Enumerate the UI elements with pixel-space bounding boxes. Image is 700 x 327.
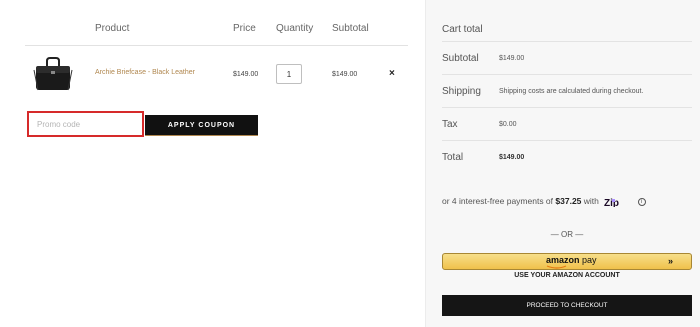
double-chevron-right-icon: » (667, 256, 673, 266)
zip-installment-amount: $37.25 (555, 196, 582, 206)
shipping-label: Shipping (442, 86, 481, 97)
zip-prefix-text: or 4 interest-free payments of (442, 196, 554, 206)
amazon-pay-text: pay (582, 255, 597, 265)
totals-row-tax: Tax $0.00 (442, 107, 692, 140)
header-subtotal: Subtotal (332, 23, 369, 34)
header-quantity: Quantity (276, 23, 314, 34)
product-name-link[interactable]: Archie Briefcase - Black Leather (95, 69, 195, 76)
proceed-to-checkout-button[interactable]: PROCEED TO CHECKOUT (442, 295, 692, 316)
totals-row-shipping: Shipping Shipping costs are calculated d… (442, 74, 692, 107)
totals-row-subtotal: Subtotal $149.00 (442, 41, 692, 74)
totals-row-total: Total $149.00 (442, 140, 692, 173)
subtotal-value: $149.00 (499, 55, 525, 62)
subtotal-label: Subtotal (442, 53, 479, 64)
cart-table: Product Price Quantity Subtotal Archie B… (0, 0, 425, 327)
quantity-input[interactable] (276, 64, 302, 84)
product-thumbnail[interactable] (30, 54, 76, 94)
zip-logo-icon: Zip (604, 198, 619, 207)
product-price: $149.00 (233, 71, 259, 78)
tax-label: Tax (442, 119, 458, 130)
amazon-pay-button[interactable]: amazon pay » (442, 253, 692, 270)
cart-row: Archie Briefcase - Black Leather $149.00… (0, 46, 425, 104)
header-product: Product (95, 23, 130, 34)
amazon-smile-icon (546, 265, 567, 269)
or-divider: — OR — (550, 230, 584, 239)
remove-item-icon[interactable]: × (389, 69, 395, 79)
zip-suffix-text: with (583, 196, 599, 206)
promo-code-input[interactable] (27, 111, 144, 137)
amazon-account-caption: USE YOUR AMAZON ACCOUNT (514, 272, 620, 279)
tax-value: $0.00 (499, 121, 517, 128)
cart-totals-panel: Cart total Subtotal $149.00 Shipping Shi… (425, 0, 700, 327)
product-subtotal: $149.00 (332, 71, 358, 78)
total-label: Total (442, 152, 464, 163)
info-icon[interactable]: i (637, 197, 646, 206)
cart-total-title: Cart total (442, 24, 483, 35)
shipping-value: Shipping costs are calculated during che… (499, 88, 644, 95)
zip-payment-message: or 4 interest-free payments of $37.25 wi… (442, 196, 646, 207)
apply-coupon-button[interactable]: APPLY COUPON (145, 115, 258, 135)
header-price: Price (233, 23, 256, 34)
amazon-brand-text: amazon (546, 255, 580, 265)
zip-logo-text: Zip (604, 198, 619, 207)
total-value: $149.00 (499, 154, 525, 161)
amazon-pay-logo: amazon pay (546, 255, 597, 265)
